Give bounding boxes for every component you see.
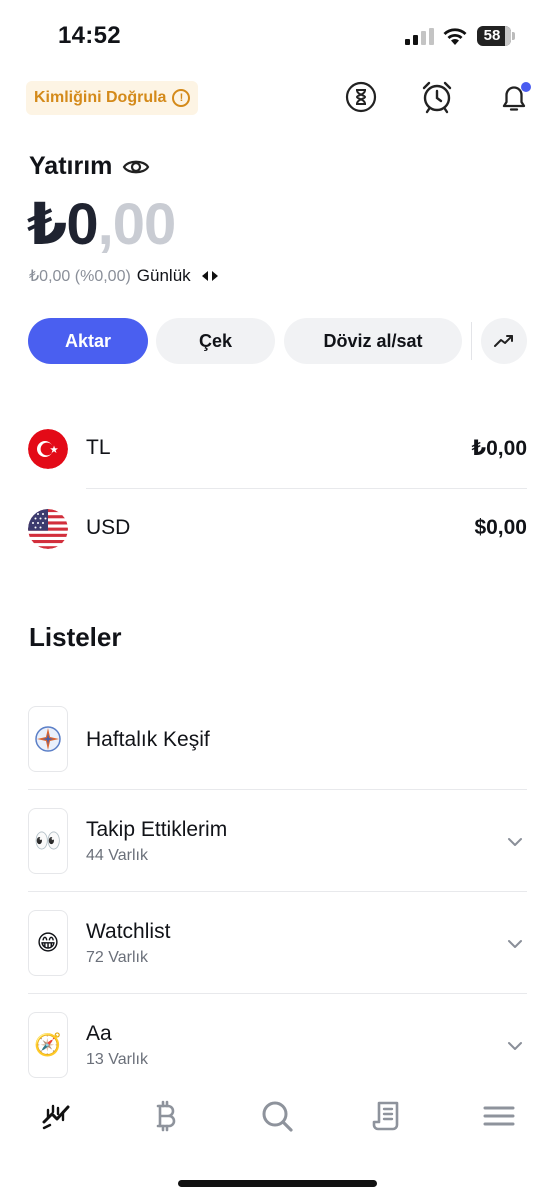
verify-identity-label: Kimliğini Doğrula bbox=[34, 89, 167, 106]
document-icon[interactable] bbox=[370, 1098, 406, 1134]
investment-header: Yatırım bbox=[29, 152, 150, 181]
currency-name: USD bbox=[86, 516, 131, 539]
compass-rose-icon bbox=[28, 706, 68, 772]
chevron-down-icon[interactable] bbox=[507, 1041, 523, 1051]
list-item-takip-ettiklerim[interactable]: 👀 Takip Ettiklerim 44 Varlık bbox=[28, 790, 527, 892]
list-name: Watchlist bbox=[86, 920, 171, 943]
list-item-watchlist[interactable]: 😁 Watchlist 72 Varlık bbox=[28, 892, 527, 994]
portfolio-chart-icon[interactable] bbox=[38, 1098, 74, 1134]
battery-icon: 58 bbox=[477, 26, 515, 46]
usa-flag-icon bbox=[28, 509, 68, 549]
list-count: 13 Varlık bbox=[86, 1051, 148, 1068]
alarm-clock-icon[interactable] bbox=[420, 80, 454, 114]
notifications-button[interactable] bbox=[497, 80, 531, 114]
trending-up-icon bbox=[494, 335, 513, 347]
fx-trade-button[interactable]: Döviz al/sat bbox=[284, 318, 462, 364]
notification-dot bbox=[521, 82, 531, 92]
balance-main: ₺0 bbox=[27, 192, 99, 257]
lists-title: Listeler bbox=[29, 622, 122, 652]
wifi-icon bbox=[443, 28, 467, 45]
eye-icon[interactable] bbox=[122, 153, 150, 181]
currency-row-usd[interactable]: USD $0,00 bbox=[28, 494, 527, 564]
list-count: 72 Varlık bbox=[86, 949, 148, 966]
button-divider bbox=[471, 322, 472, 360]
list-name: Takip Ettiklerim bbox=[86, 818, 228, 841]
chevron-down-icon[interactable] bbox=[507, 939, 523, 949]
left-right-arrows-icon[interactable] bbox=[201, 269, 219, 283]
period-selector[interactable]: Günlük bbox=[137, 266, 191, 286]
battery-level: 58 bbox=[483, 27, 501, 44]
tab-bar bbox=[0, 1090, 555, 1150]
grinning-face-emoji-icon: 😁 bbox=[28, 910, 68, 976]
transfer-button[interactable]: Aktar bbox=[28, 318, 148, 364]
bitcoin-icon[interactable] bbox=[148, 1098, 184, 1134]
daily-change: ₺0,00 (%0,00) bbox=[29, 268, 131, 285]
status-time: 14:52 bbox=[58, 22, 121, 49]
trend-chart-button[interactable] bbox=[481, 318, 527, 364]
menu-icon[interactable] bbox=[481, 1098, 517, 1134]
info-icon: ! bbox=[172, 89, 191, 107]
currency-amount: ₺0,00 bbox=[471, 437, 527, 460]
list-item-aa[interactable]: 🧭 Aa 13 Varlık bbox=[28, 994, 527, 1096]
home-indicator[interactable] bbox=[178, 1180, 377, 1187]
divider bbox=[86, 488, 527, 489]
list-name: Aa bbox=[86, 1022, 112, 1045]
withdraw-button[interactable]: Çek bbox=[156, 318, 275, 364]
list-name: Haftalık Keşif bbox=[86, 728, 210, 751]
turkey-flag-icon bbox=[28, 429, 68, 469]
chevron-down-icon[interactable] bbox=[507, 837, 523, 847]
hourglass-icon[interactable] bbox=[344, 80, 378, 114]
eyes-emoji-icon: 👀 bbox=[28, 808, 68, 874]
list-item-haftalik-kesif[interactable]: Haftalık Keşif bbox=[28, 688, 527, 790]
balance-decimals: ,00 bbox=[97, 192, 177, 257]
compass-emoji-icon: 🧭 bbox=[28, 1012, 68, 1078]
verify-identity-button[interactable]: Kimliğini Doğrula ! bbox=[26, 81, 199, 115]
status-bar: 14:52 58 bbox=[0, 0, 555, 72]
cellular-signal-icon bbox=[405, 28, 434, 45]
currency-amount: $0,00 bbox=[474, 516, 527, 539]
investment-title: Yatırım bbox=[29, 152, 113, 180]
currency-row-tl[interactable]: TL ₺0,00 bbox=[28, 414, 527, 484]
search-icon[interactable] bbox=[259, 1098, 295, 1134]
list-count: 44 Varlık bbox=[86, 847, 148, 864]
currency-name: TL bbox=[86, 436, 111, 459]
balance: ₺0,00 bbox=[27, 190, 177, 258]
daily-change-row: ₺0,00 (%0,00) Günlük bbox=[29, 266, 219, 286]
